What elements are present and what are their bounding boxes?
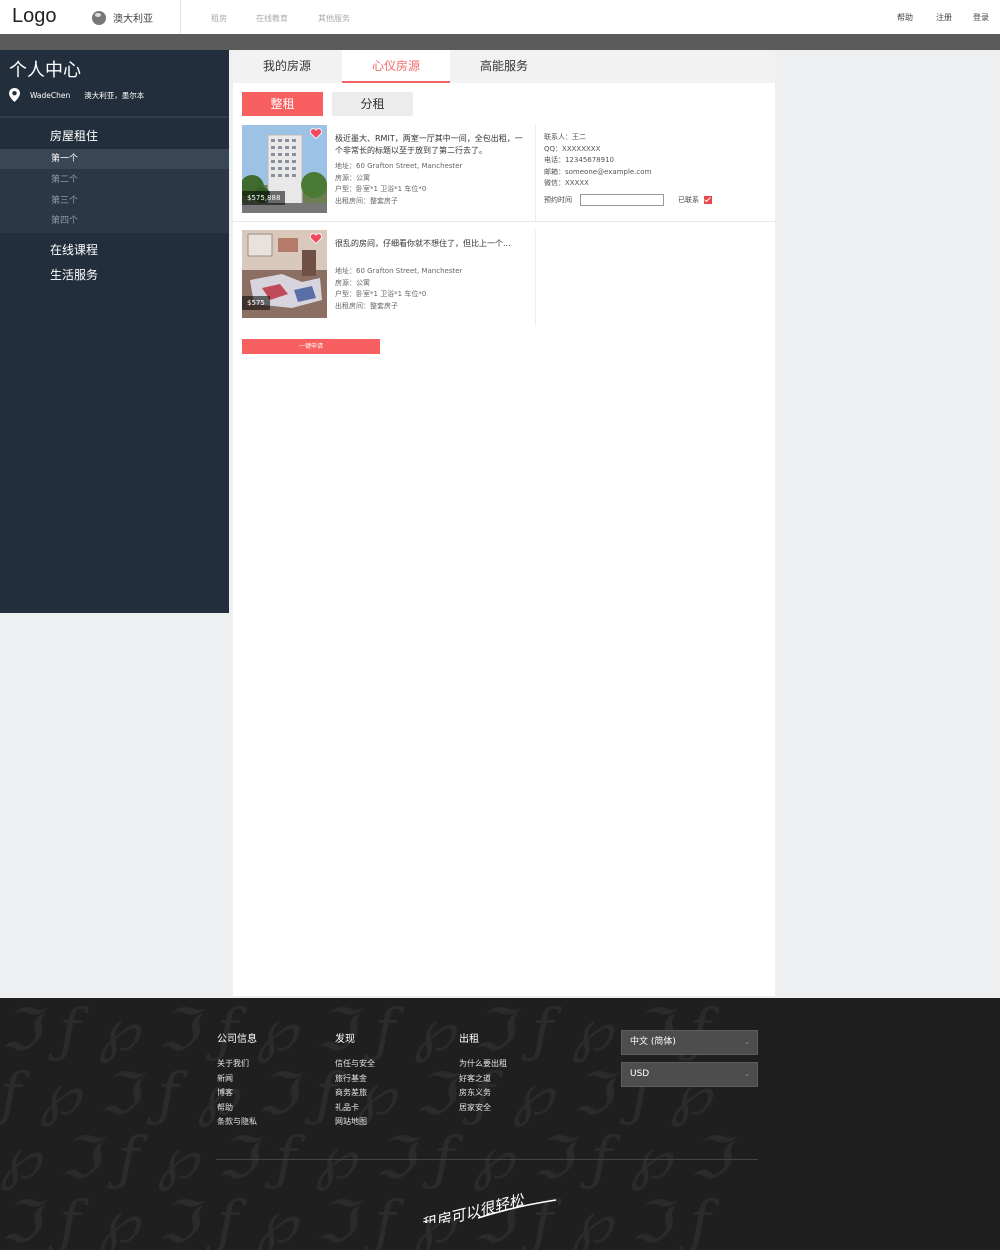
shared-rent-button[interactable]: 分租 [332,92,413,116]
footer-link[interactable]: 帮助 [217,1101,257,1116]
globe-icon [92,10,106,25]
footer-heading: 发现 [335,1034,355,1045]
sidebar-divider [0,116,229,118]
footer-heading: 公司信息 [217,1034,257,1045]
listing-divider [535,125,536,221]
booking-time-input[interactable] [580,194,664,206]
currency-value: USD [630,1069,650,1079]
listing-layout: 户型：卧室*1 卫浴*1 车位*0 [335,290,427,298]
listing-photo[interactable]: $575 [242,230,327,318]
housing-submenu: 第一个 第二个 第三个 第四个 [0,149,229,233]
username: WadeChen [30,90,71,100]
footer-link[interactable]: 新闻 [217,1072,257,1087]
footer-link[interactable]: 关于我们 [217,1057,257,1072]
listing-card[interactable]: $575,888 极近墨大、RMIT，两室一厅其中一间，全包出租，一个非常长的标… [233,125,775,221]
listing-price: $575,888 [242,191,286,205]
footer-link[interactable]: 信任与安全 [335,1057,375,1072]
tab-premium-services[interactable]: 高能服务 [450,50,558,83]
contact-email: 邮箱：someone@example.com [544,167,652,176]
booking-time-label: 预约时间 [544,196,572,204]
nav-other-services[interactable]: 其他服务 [318,13,350,24]
listing-photo[interactable]: $575,888 [242,125,327,213]
booking-row: 预约时间 已联系 [544,194,712,206]
submenu-item-4[interactable]: 第四个 [0,211,229,231]
region-label: 澳大利亚 [113,14,153,25]
submenu-item-1[interactable]: 第一个 [0,149,229,169]
contact-qq: QQ：XXXXXXXX [544,144,601,153]
logo[interactable]: Logo [12,5,57,28]
whole-rent-button[interactable]: 整租 [242,92,323,116]
footer-link[interactable]: 网站地图 [335,1115,375,1130]
tab-my-listings[interactable]: 我的房源 [233,50,341,83]
sidebar-item-life-services[interactable]: 生活服务 [50,266,98,283]
contact-phone: 电话：12345678910 [544,156,614,164]
footer-link[interactable]: 礼品卡 [335,1101,375,1116]
slogan-text: 租房可以很轻松 [419,1191,527,1223]
listing-source: 房源：公寓 [335,173,370,182]
tab-favorite-listings[interactable]: 心仪房源 [342,50,450,83]
contact-wechat: 微信：XXXXX [544,179,589,187]
slogan-calligraphy: 租房可以很轻松 [419,1191,557,1223]
submenu-item-3[interactable]: 第三个 [0,191,229,211]
sidebar-item-online-courses[interactable]: 在线课程 [50,241,98,258]
contact-person: 联系人：王二 [544,133,586,141]
listing-source: 房源：公寓 [335,278,370,287]
listing-description[interactable]: 很乱的房间，仔细看你就不想住了，但比上一个... [335,238,527,250]
footer-link[interactable]: 博客 [217,1086,257,1101]
contacted-checkbox[interactable] [704,196,712,204]
header-bar [0,34,1000,50]
footer-link[interactable]: 旅行基金 [335,1072,375,1087]
footer-divider [216,1159,758,1160]
footer-column-discover: 发现 信任与安全 旅行基金 商务差旅 礼品卡 网站地图 [335,1030,375,1130]
language-value: 中文 (简体) [630,1037,676,1047]
footer: ℑ ƒ ℘ ℑ ƒ ℘ ℑ ƒ ℘ ℑ ƒ ℘ ℑ ƒ ƒ ℘ ℑ ƒ ℘ ℑ … [0,998,1000,1250]
footer-link[interactable]: 为什么要出租 [459,1057,507,1072]
listing-description[interactable]: 极近墨大、RMIT，两室一厅其中一间，全包出租，一个非常长的标题以至于放到了第二… [335,133,527,157]
listing-rent-room: 出租房间：整套房子 [335,301,398,310]
footer-link[interactable]: 好客之道 [459,1072,507,1087]
help-link[interactable]: 帮助 [897,12,913,23]
contacted-label: 已联系 [678,196,699,204]
footer-link[interactable]: 商务差旅 [335,1086,375,1101]
sidebar-title: 个人中心 [9,60,81,81]
header-divider [180,0,181,34]
footer-column-hosting: 出租 为什么要出租 好客之道 房东义务 居家安全 [459,1030,507,1115]
tab-bar: 我的房源 心仪房源 高能服务 [233,50,775,83]
top-header: Logo 澳大利亚 租房 在线教育 其他服务 帮助 注册 登录 [0,0,1000,34]
nav-rent[interactable]: 租房 [211,13,227,24]
listing-divider [535,230,536,326]
language-select[interactable]: 中文 (简体) ⌄ [621,1030,758,1055]
sidebar: 个人中心 WadeChen 澳大利亚，墨尔本 房屋租住 第一个 第二个 第三个 … [0,50,229,613]
chevron-down-icon: ⌄ [744,1038,750,1046]
contact-info: 联系人：王二 QQ：XXXXXXXX 电话：12345678910 邮箱：som… [544,132,651,190]
nav-online-education[interactable]: 在线教育 [256,13,288,24]
listing-layout: 户型：卧室*1 卫浴*1 车位*0 [335,185,427,193]
listing-price: $575 [242,296,270,310]
footer-column-company: 公司信息 关于我们 新闻 博客 帮助 条款与隐私 [217,1030,257,1130]
footer-heading: 出租 [459,1034,479,1045]
submenu-item-2[interactable]: 第二个 [0,170,229,190]
currency-select[interactable]: USD ⌄ [621,1062,758,1087]
listing-card[interactable]: $575 很乱的房间，仔细看你就不想住了，但比上一个... 地址：60 Graf… [233,230,775,326]
footer-link[interactable]: 条款与隐私 [217,1115,257,1130]
footer-link[interactable]: 居家安全 [459,1101,507,1116]
listing-separator [233,221,775,222]
favorite-heart-icon[interactable] [310,128,322,139]
listing-rent-room: 出租房间：整套房子 [335,196,398,205]
footer-link[interactable]: 房东义务 [459,1086,507,1101]
listing-address: 地址：60 Grafton Street, Manchester [335,267,463,275]
sidebar-item-housing[interactable]: 房屋租住 [50,127,98,144]
region-selector[interactable]: 澳大利亚 [92,10,153,25]
user-location: 澳大利亚，墨尔本 [84,90,145,100]
listing-address: 地址：60 Grafton Street, Manchester [335,162,463,170]
location-pin-icon [9,88,20,102]
login-link[interactable]: 登录 [973,12,989,23]
user-info: WadeChen 澳大利亚，墨尔本 [9,88,144,102]
register-link[interactable]: 注册 [936,12,952,23]
one-click-apply-button[interactable]: 一键申请 [242,339,380,354]
favorite-heart-icon[interactable] [310,233,322,244]
chevron-down-icon: ⌄ [744,1070,750,1078]
main-content: 我的房源 心仪房源 高能服务 整租 分租 $575,888 极近墨大、RMIT，… [233,50,775,996]
